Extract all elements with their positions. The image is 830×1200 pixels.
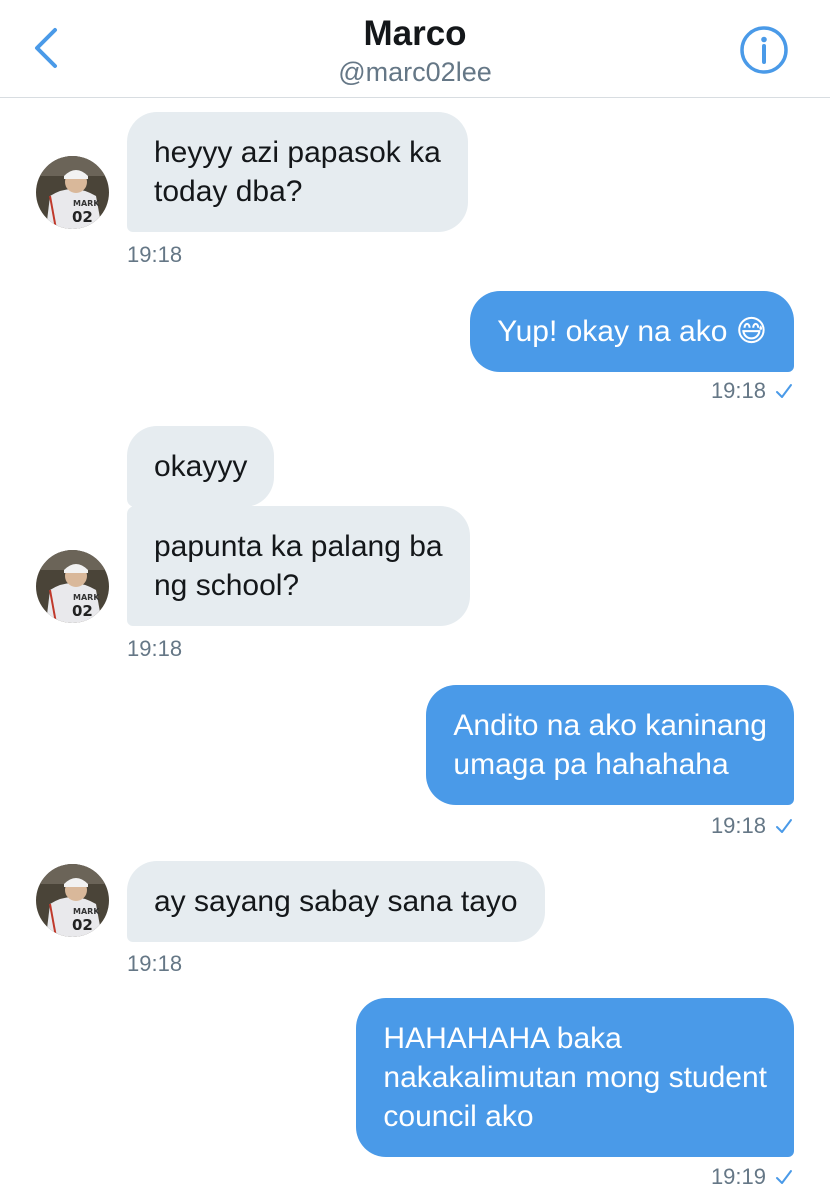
message-bubble-incoming[interactable]: ay sayang sabay sana tayo	[127, 861, 545, 942]
message-line: ng school?	[154, 569, 300, 602]
sent-check-icon	[776, 819, 792, 833]
conversation-header: Marco @marc02lee	[0, 0, 830, 98]
avatar-image: MARK 02	[36, 864, 109, 937]
conversation-title-block[interactable]: Marco @marc02lee	[215, 12, 615, 88]
message-line: okayyy	[154, 450, 248, 483]
contact-avatar[interactable]: MARK 02	[36, 864, 109, 937]
message-bubble-incoming[interactable]: heyyy azi papasok ka today dba?	[127, 112, 468, 232]
message-line: nakakalimutan mong student	[383, 1061, 767, 1094]
avatar-jersey-number: 02	[72, 208, 93, 226]
message-line: umaga pa hahahaha	[453, 748, 729, 781]
message-bubble-incoming[interactable]: papunta ka palang ba ng school?	[127, 506, 470, 626]
avatar-jersey-name: MARK	[73, 593, 100, 602]
message-meta: 19:18	[711, 378, 794, 404]
avatar-image: MARK 02	[36, 550, 109, 623]
message-line: today dba?	[154, 175, 303, 208]
message-bubble-outgoing[interactable]: Andito na ako kaninang umaga pa hahahaha	[426, 685, 794, 805]
message-line: ay sayang sabay sana tayo	[154, 885, 518, 918]
sent-check-icon	[776, 384, 792, 398]
message-timestamp: 19:19	[710, 1164, 766, 1189]
avatar-image: MARK 02	[36, 156, 109, 229]
contact-avatar[interactable]: MARK 02	[36, 156, 109, 229]
contact-avatar[interactable]: MARK 02	[36, 550, 109, 623]
message-meta: 19:19	[711, 1164, 794, 1190]
message-bubble-outgoing[interactable]: Yup! okay na ako 😅	[470, 291, 794, 372]
message-timestamp: 19:18	[127, 242, 183, 267]
contact-name: Marco	[363, 14, 467, 53]
message-line: Yup! okay na ako 😅	[497, 315, 767, 348]
message-bubble-incoming[interactable]: okayyy	[127, 426, 275, 507]
message-timestamp: 19:18	[127, 636, 183, 661]
message-line: heyyy azi papasok ka	[154, 136, 441, 169]
sent-check-icon	[776, 1170, 792, 1184]
avatar-jersey-number: 02	[72, 916, 93, 934]
message-line: HAHAHAHA baka	[383, 1022, 622, 1055]
message-bubble-outgoing[interactable]: HAHAHAHA baka nakakalimutan mong student…	[356, 998, 794, 1157]
message-line: Andito na ako kaninang	[453, 709, 767, 742]
message-line: papunta ka palang ba	[154, 530, 443, 563]
contact-handle: @marc02lee	[338, 57, 492, 87]
info-button[interactable]	[738, 24, 790, 76]
message-meta: 19:18	[711, 813, 794, 839]
message-line: council ako	[383, 1100, 534, 1133]
avatar-jersey-name: MARK	[73, 907, 100, 916]
back-button[interactable]	[22, 24, 70, 72]
message-timestamp: 19:18	[710, 378, 766, 403]
avatar-jersey-name: MARK	[73, 199, 100, 208]
dm-conversation-screen: Marco @marc02lee heyyy azi papasok ka to…	[0, 0, 830, 1200]
message-timestamp: 19:18	[127, 951, 183, 976]
chevron-left-icon	[35, 28, 57, 68]
message-timestamp: 19:18	[710, 813, 766, 838]
avatar-jersey-number: 02	[72, 602, 93, 620]
info-icon	[740, 26, 788, 74]
